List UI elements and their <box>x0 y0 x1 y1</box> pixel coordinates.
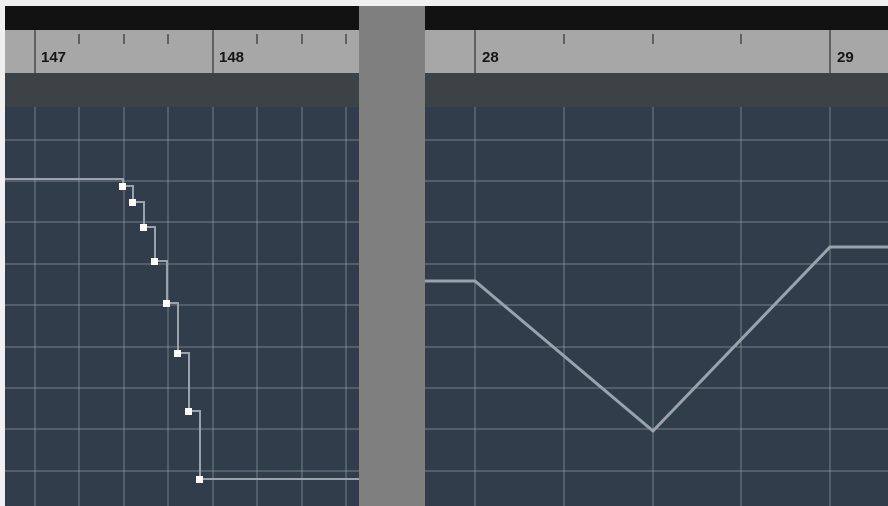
left-automation-editor: 147 148 <box>5 6 359 506</box>
left-automation-lane[interactable] <box>5 107 359 506</box>
left-automation-nodes <box>119 183 203 483</box>
bar-label-28: 28 <box>482 49 499 66</box>
right-automation-editor: 28 29 <box>425 6 888 506</box>
automation-node[interactable] <box>196 476 203 483</box>
automation-node[interactable] <box>140 224 147 231</box>
right-lane-header <box>425 73 888 107</box>
right-automation-curve[interactable] <box>425 245 888 434</box>
automation-node[interactable] <box>163 300 170 307</box>
right-track-header-bar <box>425 6 888 30</box>
right-timeline-ruler[interactable]: 28 29 <box>425 30 888 73</box>
left-grid-lines <box>5 107 359 506</box>
automation-node[interactable] <box>185 408 192 415</box>
left-timeline-ruler[interactable]: 147 148 <box>5 30 359 73</box>
left-lane-header <box>5 73 359 107</box>
bar-label-29: 29 <box>837 49 854 66</box>
left-track-header-bar <box>5 6 359 30</box>
automation-node[interactable] <box>174 350 181 357</box>
right-automation-lane[interactable] <box>425 107 888 506</box>
automation-node[interactable] <box>119 183 126 190</box>
left-automation-curve[interactable] <box>5 178 359 480</box>
panel-divider <box>359 6 425 506</box>
bar-label-147: 147 <box>41 49 67 66</box>
right-automation-graph[interactable] <box>425 107 888 506</box>
automation-node[interactable] <box>129 199 136 206</box>
automation-node[interactable] <box>151 258 158 265</box>
left-automation-graph[interactable] <box>5 107 359 506</box>
bar-label-148: 148 <box>219 49 245 66</box>
right-grid-lines <box>425 107 888 506</box>
